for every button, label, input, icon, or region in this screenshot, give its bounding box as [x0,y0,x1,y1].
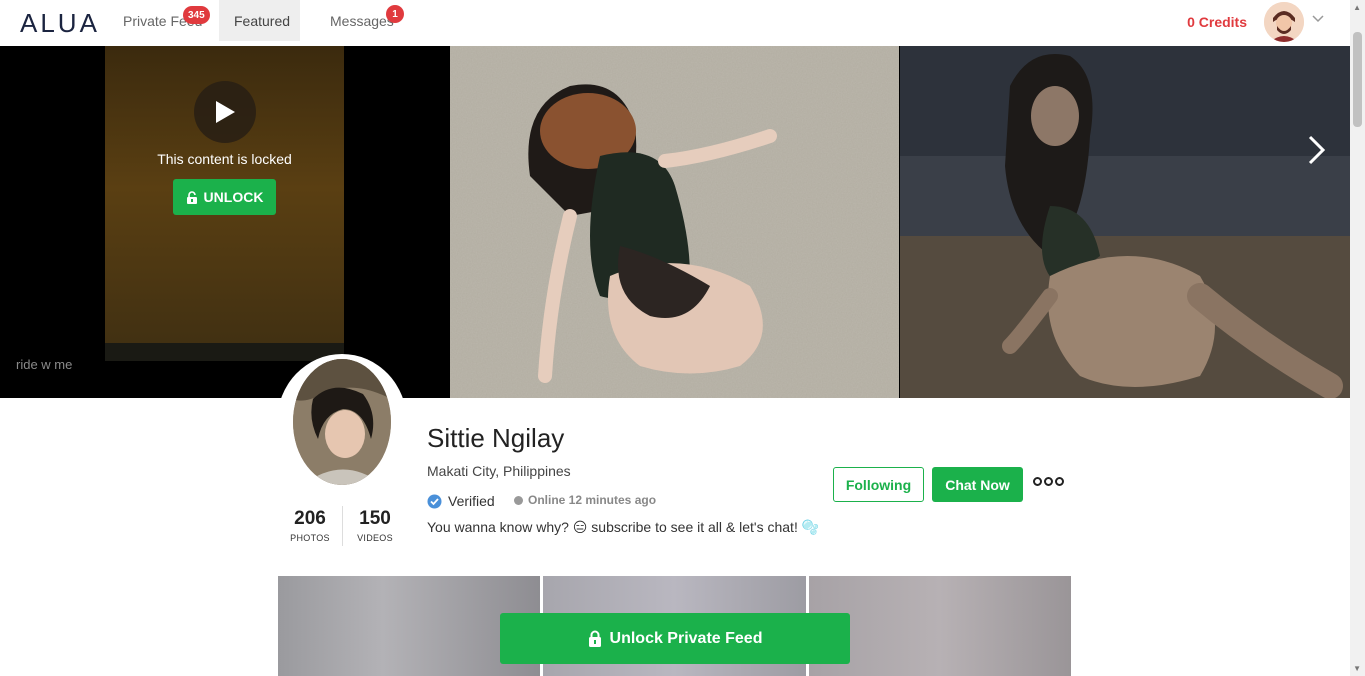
beach-photo-2-image [900,46,1350,398]
user-avatar-icon [1264,2,1304,42]
online-status-text: Online 12 minutes ago [528,493,657,507]
play-button[interactable] [194,81,256,143]
play-icon [216,101,235,123]
tab-featured[interactable]: Featured [219,0,300,41]
chevron-right-icon [1308,135,1326,165]
video-progress-bar [105,343,344,361]
user-avatar[interactable] [1264,2,1304,42]
top-nav: ALUA Private Feed 345 Featured Messages … [0,0,1350,46]
verified-check-icon [427,494,442,508]
profile-avatar[interactable] [277,354,407,490]
profile-stats: 206 PHOTOS 150 VIDEOS [278,506,407,546]
verified-status: Verified [427,493,495,509]
chat-now-button[interactable]: Chat Now [932,467,1023,502]
photos-count: 206 [294,508,326,529]
unlock-icon [186,190,197,204]
profile-bio: You wanna know why? 😑 subscribe to see i… [427,519,820,535]
media-caption: ride w me [16,357,73,372]
alua-logo[interactable]: ALUA [20,8,100,39]
more-options-icon[interactable] [1033,477,1064,486]
unlock-content-button[interactable]: UNLOCK [173,179,276,215]
scroll-up-arrow-icon[interactable]: ▲ [1353,3,1361,12]
page-scrollbar[interactable]: ▲ ▼ [1350,0,1365,676]
unlock-private-feed-button[interactable]: Unlock Private Feed [500,613,850,664]
unlock-content-label: UNLOCK [203,189,264,205]
media-carousel: This content is locked UNLOCK ride w me [0,46,1350,398]
profile-name: Sittie Ngilay [427,423,565,453]
beach-photo-2[interactable] [900,46,1350,398]
private-feed-count-badge: 345 [183,6,210,24]
carousel-next-button[interactable] [1308,132,1326,174]
lock-icon [588,630,601,647]
locked-message: This content is locked [157,151,292,167]
videos-count: 150 [359,508,391,529]
verified-label: Verified [448,493,495,509]
online-status: Online 12 minutes ago [514,493,656,507]
profile-photo [293,359,391,485]
tab-messages-label: Messages [330,12,394,29]
unlock-private-feed-label: Unlock Private Feed [609,629,763,647]
videos-stat[interactable]: 150 VIDEOS [343,508,407,546]
following-button[interactable]: Following [833,467,924,502]
profile-photo-image [293,359,391,485]
videos-label: VIDEOS [357,533,393,543]
scroll-down-arrow-icon[interactable]: ▼ [1353,664,1361,673]
photos-stat[interactable]: 206 PHOTOS [278,508,342,546]
photos-label: PHOTOS [290,533,330,543]
beach-photo-1[interactable] [450,46,899,398]
beach-photo-1-image [450,46,899,398]
credits-link[interactable]: 0 Credits [1187,14,1247,30]
profile-location: Makati City, Philippines [427,463,571,479]
status-dot-icon [514,495,523,505]
chevron-down-icon[interactable] [1312,12,1324,26]
tab-featured-label: Featured [234,12,291,29]
messages-count-badge: 1 [386,5,404,23]
locked-video-tile[interactable]: This content is locked UNLOCK ride w me [0,46,450,398]
scrollbar-thumb[interactable] [1353,32,1362,127]
